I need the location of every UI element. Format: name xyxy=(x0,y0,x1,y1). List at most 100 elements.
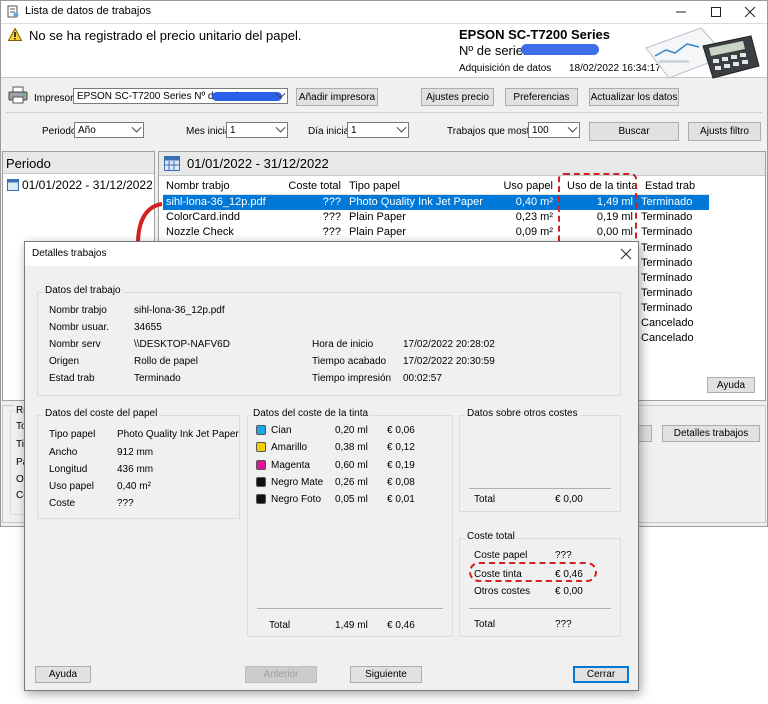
print-time-label: Tiempo impresión xyxy=(312,373,392,384)
period-label: Periodo xyxy=(42,126,77,137)
paper-width-value: 912 mm xyxy=(117,447,154,458)
ink-total-cost: € 0,46 xyxy=(387,620,415,631)
chevron-down-icon xyxy=(131,122,142,133)
job-name: ColorCard.indd xyxy=(166,211,240,223)
add-printer-button[interactable]: Añadir impresora xyxy=(296,88,378,106)
job-paper-usage: 0,09 m² xyxy=(515,226,553,238)
job-details-dialog: Detalles trabajos Datos del trabajo Nomb… xyxy=(24,241,639,691)
yellow-swatch xyxy=(256,442,266,452)
ink-amount: 0,60 ml xyxy=(335,460,368,471)
job-status[interactable]: Terminado xyxy=(641,301,709,316)
job-status[interactable]: Terminado xyxy=(641,256,709,271)
dialog-title-bar: Detalles trabajos xyxy=(25,242,638,266)
total-paper-value: ??? xyxy=(555,550,572,561)
ink-name: Negro Mate xyxy=(271,477,324,488)
info-band: No se ha registrado el precio unitario d… xyxy=(1,23,767,79)
print-time-value: 00:02:57 xyxy=(403,373,442,384)
paper-type-value: Photo Quality Ink Jet Paper xyxy=(117,429,239,440)
origin-label: Origen xyxy=(49,356,80,367)
paper-width-label: Ancho xyxy=(49,447,78,458)
close-icon[interactable] xyxy=(742,4,758,20)
total-cost-title: Coste total xyxy=(465,531,517,542)
ink-amount: 0,05 ml xyxy=(335,494,368,505)
total-other-value: € 0,00 xyxy=(555,586,583,597)
ink-usage-highlight xyxy=(558,173,637,251)
period-select[interactable]: Año xyxy=(74,122,144,138)
other-costs-title: Datos sobre otros costes xyxy=(465,408,580,419)
update-data-button[interactable]: Actualizar los datos xyxy=(589,88,679,106)
user-value: 34655 xyxy=(134,322,162,333)
show-jobs-value: 100 xyxy=(532,124,549,136)
price-settings-button[interactable]: Ajustes precio xyxy=(421,88,494,106)
server-label: Nombr serv xyxy=(49,339,101,350)
job-cost: ??? xyxy=(322,196,341,208)
other-costs-divider xyxy=(469,488,611,489)
minimize-icon[interactable] xyxy=(673,4,689,20)
ink-amount: 0,26 ml xyxy=(335,477,368,488)
job-status[interactable]: Terminado xyxy=(641,241,709,256)
grand-total-value: ??? xyxy=(555,619,572,630)
ink-amount: 0,38 ml xyxy=(335,442,368,453)
close-icon[interactable] xyxy=(619,247,633,261)
job-status: Terminado xyxy=(641,226,693,238)
grand-total-label: Total xyxy=(474,619,496,630)
status-label: Estad trab xyxy=(49,373,95,384)
paper-usage-value: 0,40 m² xyxy=(117,481,151,492)
job-cost: ??? xyxy=(322,211,341,223)
total-cost-divider xyxy=(469,608,611,609)
ink-name: Magenta xyxy=(271,460,310,471)
serial-label: Nº de serie: xyxy=(459,43,527,58)
show-jobs-select[interactable]: 100 xyxy=(528,122,580,138)
close-button[interactable]: Cerrar xyxy=(573,666,629,683)
server-value: \\DESKTOP-NAFV6D xyxy=(134,339,230,350)
maximize-icon[interactable] xyxy=(708,4,724,20)
job-status: Terminado xyxy=(641,211,693,223)
paper-length-label: Longitud xyxy=(49,464,88,475)
column-total-cost[interactable]: Coste total xyxy=(283,180,341,192)
other-costs-total-label: Total xyxy=(474,494,496,505)
period-select-value: Año xyxy=(78,124,96,136)
paper-usage-label: Uso papel xyxy=(49,481,95,492)
dialog-help-button[interactable]: Ayuda xyxy=(35,666,91,683)
warning-icon xyxy=(7,27,23,41)
start-month-select[interactable]: 1 xyxy=(226,122,288,138)
period-item[interactable]: 01/01/2022 - 31/12/2022 xyxy=(22,178,153,192)
job-status: Terminado xyxy=(641,196,693,208)
job-paper-type: Plain Paper xyxy=(349,226,406,238)
period-panel-header: Periodo xyxy=(3,152,154,174)
search-button[interactable]: Buscar xyxy=(589,122,679,141)
job-status[interactable]: Terminado xyxy=(641,286,709,301)
job-details-button[interactable]: Detalles trabajos xyxy=(662,425,760,442)
acquisition-label: Adquisición de datos xyxy=(459,63,552,74)
ink-cost: € 0,01 xyxy=(387,494,415,505)
previous-button[interactable]: Anterior xyxy=(245,666,317,683)
help-button[interactable]: Ayuda xyxy=(707,377,755,393)
printer-select[interactable]: EPSON SC-T7200 Series Nº de serie xyxy=(73,88,288,104)
ink-amount: 0,20 ml xyxy=(335,425,368,436)
printer-icon xyxy=(8,86,28,104)
column-paper-type[interactable]: Tipo papel xyxy=(349,180,479,192)
next-button[interactable]: Siguiente xyxy=(350,666,422,683)
filter-settings-button[interactable]: Ajusts filtro xyxy=(688,122,761,141)
job-status[interactable]: Cancelado xyxy=(641,331,709,346)
ink-cost: € 0,08 xyxy=(387,477,415,488)
job-name-label: Nombr trabjo xyxy=(49,305,107,316)
ink-cost: € 0,19 xyxy=(387,460,415,471)
start-month-value: 1 xyxy=(230,124,236,136)
job-paper-type: Photo Quality Ink Jet Paper xyxy=(349,196,483,208)
column-paper-usage[interactable]: Uso papel xyxy=(483,180,553,192)
column-status[interactable]: Estad trab xyxy=(645,180,713,192)
preferences-button[interactable]: Preferencias xyxy=(505,88,578,106)
job-status[interactable]: Cancelado xyxy=(641,316,709,331)
serial-redaction xyxy=(521,44,599,55)
ink-cost-highlight xyxy=(469,562,597,582)
job-paper-usage: 0,23 m² xyxy=(515,211,553,223)
origin-value: Rollo de papel xyxy=(134,356,198,367)
paper-length-value: 436 mm xyxy=(117,464,154,475)
job-status[interactable]: Terminado xyxy=(641,271,709,286)
printer-model: EPSON SC-T7200 Series xyxy=(459,27,611,42)
status-value: Terminado xyxy=(134,373,181,384)
start-day-select[interactable]: 1 xyxy=(347,122,409,138)
photo-black-swatch xyxy=(256,494,266,504)
column-job-name[interactable]: Nombr trabjo xyxy=(166,180,281,192)
